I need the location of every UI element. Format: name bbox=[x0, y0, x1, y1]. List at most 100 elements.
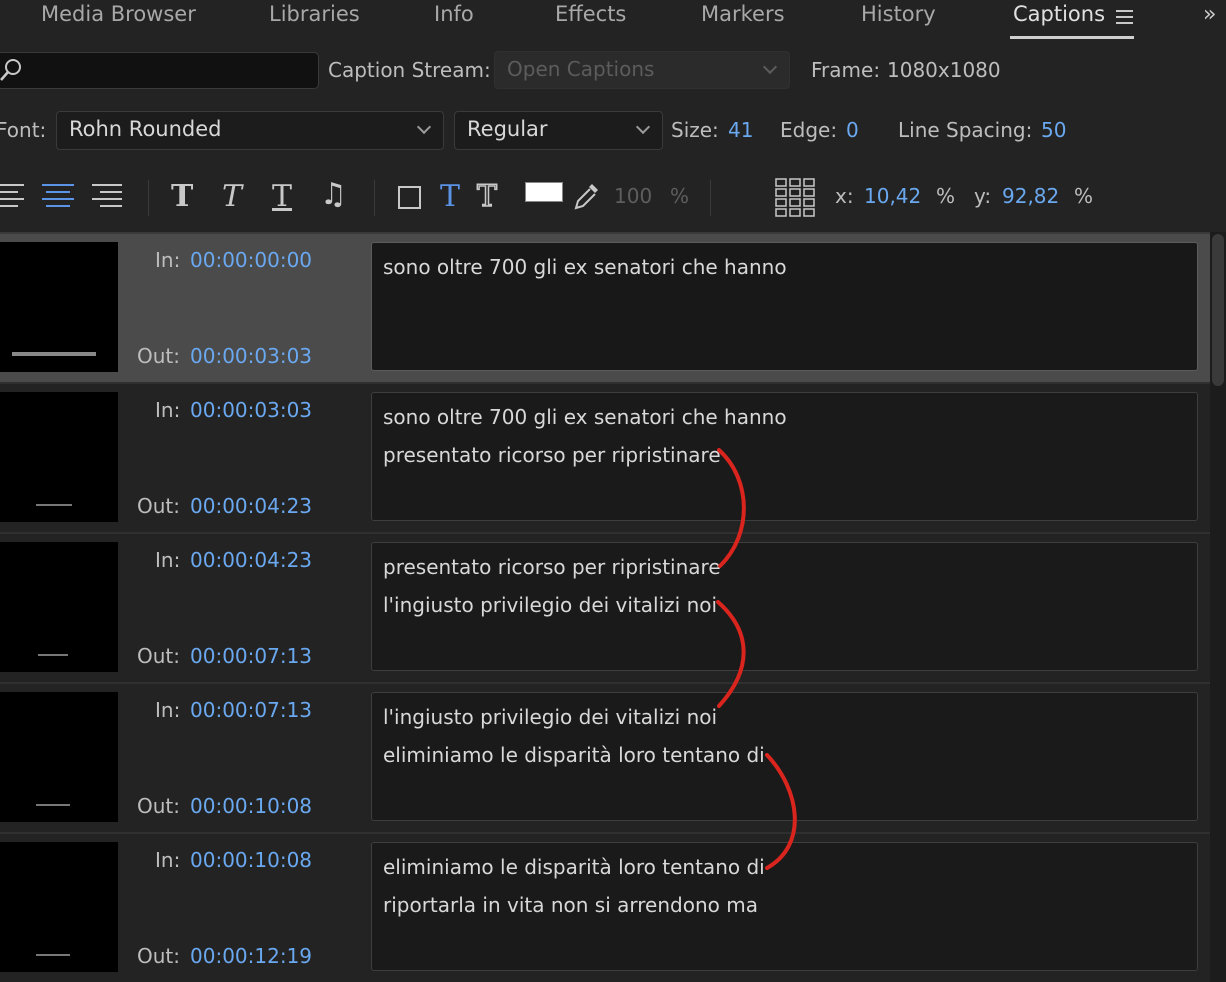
in-timecode[interactable]: 00:00:00:00 bbox=[190, 248, 312, 272]
chevron-down-icon bbox=[635, 119, 651, 135]
caption-line: sono oltre 700 gli ex senatori che hanno bbox=[383, 255, 787, 279]
font-family-value: Rohn Rounded bbox=[69, 117, 222, 141]
tab-info[interactable]: Info bbox=[434, 2, 474, 26]
tab-effects[interactable]: Effects bbox=[555, 2, 626, 26]
in-label: In: bbox=[155, 548, 181, 572]
font-family-select[interactable]: Rohn Rounded bbox=[56, 111, 444, 150]
text-color-icon[interactable]: T bbox=[440, 182, 460, 212]
y-value[interactable]: 92,82 bbox=[1002, 184, 1059, 208]
caption-line: presentato ricorso per ripristinare bbox=[383, 443, 721, 467]
caption-text-field[interactable]: eliminiamo le disparità loro tentano di … bbox=[371, 842, 1198, 971]
chevron-down-icon bbox=[416, 119, 432, 135]
in-timecode[interactable]: 00:00:07:13 bbox=[190, 698, 312, 722]
align-left-icon[interactable] bbox=[0, 184, 24, 212]
caption-line: sono oltre 700 gli ex senatori che hanno bbox=[383, 405, 787, 429]
line-spacing-value[interactable]: 50 bbox=[1041, 118, 1066, 142]
caption-line: l'ingiusto privilegio dei vitalizi noi bbox=[383, 705, 718, 729]
caption-thumbnail bbox=[0, 542, 118, 672]
caption-row[interactable]: In: 00:00:10:08 Out: 00:00:12:19 elimini… bbox=[0, 834, 1210, 982]
edge-value[interactable]: 0 bbox=[846, 118, 859, 142]
caption-thumbnail bbox=[0, 392, 118, 522]
x-value[interactable]: 10,42 bbox=[864, 184, 921, 208]
out-timecode[interactable]: 00:00:10:08 bbox=[190, 794, 312, 818]
panel-menu-icon[interactable] bbox=[1116, 10, 1133, 24]
caption-stream-value: Open Captions bbox=[507, 57, 655, 81]
font-style-select[interactable]: Regular bbox=[454, 111, 663, 150]
frame-value: 1080x1080 bbox=[887, 58, 1001, 82]
align-right-icon[interactable] bbox=[92, 184, 122, 212]
out-label: Out: bbox=[137, 794, 180, 818]
caption-line: eliminiamo le disparità loro tentano di bbox=[383, 855, 765, 879]
in-timecode[interactable]: 00:00:10:08 bbox=[190, 848, 312, 872]
frame-label: Frame: bbox=[811, 58, 881, 82]
out-timecode[interactable]: 00:00:07:13 bbox=[190, 644, 312, 668]
out-timecode[interactable]: 00:00:04:23 bbox=[190, 494, 312, 518]
position-grid-icon[interactable] bbox=[775, 177, 815, 217]
music-note-icon[interactable]: ♫ bbox=[320, 180, 347, 210]
opacity-value[interactable]: 100 bbox=[614, 184, 652, 208]
out-timecode[interactable]: 00:00:12:19 bbox=[190, 944, 312, 968]
size-value[interactable]: 41 bbox=[728, 118, 753, 142]
tab-captions[interactable]: Captions bbox=[1013, 2, 1105, 26]
in-label: In: bbox=[155, 398, 181, 422]
caption-line: presentato ricorso per ripristinare bbox=[383, 555, 721, 579]
search-input[interactable] bbox=[0, 52, 319, 89]
out-label: Out: bbox=[137, 344, 180, 368]
more-panels-icon[interactable]: » bbox=[1203, 2, 1217, 27]
color-swatch[interactable] bbox=[525, 182, 563, 202]
edge-label: Edge: bbox=[780, 118, 838, 142]
caption-thumbnail bbox=[0, 842, 118, 972]
italic-icon[interactable]: T bbox=[222, 182, 242, 212]
chevron-down-icon bbox=[762, 59, 778, 75]
toolbar-divider bbox=[710, 180, 711, 216]
in-timecode[interactable]: 00:00:04:23 bbox=[190, 548, 312, 572]
caption-text-field[interactable]: sono oltre 700 gli ex senatori che hanno bbox=[371, 242, 1198, 371]
out-timecode[interactable]: 00:00:03:03 bbox=[190, 344, 312, 368]
caption-line: riportarla in vita non si arrendono ma bbox=[383, 893, 758, 917]
x-unit: % bbox=[936, 184, 956, 208]
tab-libraries[interactable]: Libraries bbox=[269, 2, 360, 26]
y-label: y: bbox=[974, 184, 992, 208]
tab-media-browser[interactable]: Media Browser bbox=[41, 2, 196, 26]
tab-history[interactable]: History bbox=[861, 2, 936, 26]
out-label: Out: bbox=[137, 944, 180, 968]
caption-line: l'ingiusto privilegio dei vitalizi noi bbox=[383, 593, 718, 617]
scrollbar-thumb[interactable] bbox=[1212, 234, 1224, 386]
opacity-unit: % bbox=[670, 184, 690, 208]
caption-stream-label: Caption Stream: bbox=[328, 58, 491, 82]
caption-row[interactable]: In: 00:00:07:13 Out: 00:00:10:08 l'ingiu… bbox=[0, 684, 1210, 834]
toolbar-divider bbox=[374, 180, 375, 216]
in-timecode[interactable]: 00:00:03:03 bbox=[190, 398, 312, 422]
tab-markers[interactable]: Markers bbox=[701, 2, 785, 26]
underline-icon[interactable]: T bbox=[272, 182, 292, 212]
in-label: In: bbox=[155, 848, 181, 872]
caption-thumbnail bbox=[0, 242, 118, 372]
background-box-icon[interactable] bbox=[398, 186, 421, 209]
toolbar-divider bbox=[148, 180, 149, 216]
caption-stream-select[interactable]: Open Captions bbox=[494, 51, 790, 89]
in-label: In: bbox=[155, 698, 181, 722]
font-label: Font: bbox=[0, 118, 47, 142]
align-center-icon[interactable] bbox=[42, 184, 74, 212]
caption-list: In: 00:00:00:00 Out: 00:00:03:03 sono ol… bbox=[0, 232, 1210, 982]
x-label: x: bbox=[835, 184, 854, 208]
active-tab-indicator bbox=[1010, 36, 1134, 39]
text-outline-icon[interactable]: T bbox=[476, 181, 498, 213]
caption-row[interactable]: In: 00:00:03:03 Out: 00:00:04:23 sono ol… bbox=[0, 384, 1210, 534]
in-label: In: bbox=[155, 248, 181, 272]
panel-tab-bar: Media Browser Libraries Info Effects Mar… bbox=[0, 0, 1226, 42]
caption-list-scrollbar[interactable] bbox=[1210, 232, 1226, 982]
caption-text-field[interactable]: l'ingiusto privilegio dei vitalizi noi e… bbox=[371, 692, 1198, 821]
eyedropper-icon[interactable] bbox=[572, 180, 602, 212]
caption-row[interactable]: In: 00:00:04:23 Out: 00:00:07:13 present… bbox=[0, 534, 1210, 684]
caption-line: eliminiamo le disparità loro tentano di bbox=[383, 743, 765, 767]
search-icon bbox=[0, 59, 21, 81]
caption-row[interactable]: In: 00:00:00:00 Out: 00:00:03:03 sono ol… bbox=[0, 234, 1210, 384]
font-style-value: Regular bbox=[467, 117, 548, 141]
caption-text-field[interactable]: presentato ricorso per ripristinare l'in… bbox=[371, 542, 1198, 671]
size-label: Size: bbox=[671, 118, 719, 142]
caption-text-field[interactable]: sono oltre 700 gli ex senatori che hanno… bbox=[371, 392, 1198, 521]
caption-thumbnail bbox=[0, 692, 118, 822]
bold-icon[interactable]: T bbox=[171, 182, 193, 212]
line-spacing-label: Line Spacing: bbox=[898, 118, 1033, 142]
